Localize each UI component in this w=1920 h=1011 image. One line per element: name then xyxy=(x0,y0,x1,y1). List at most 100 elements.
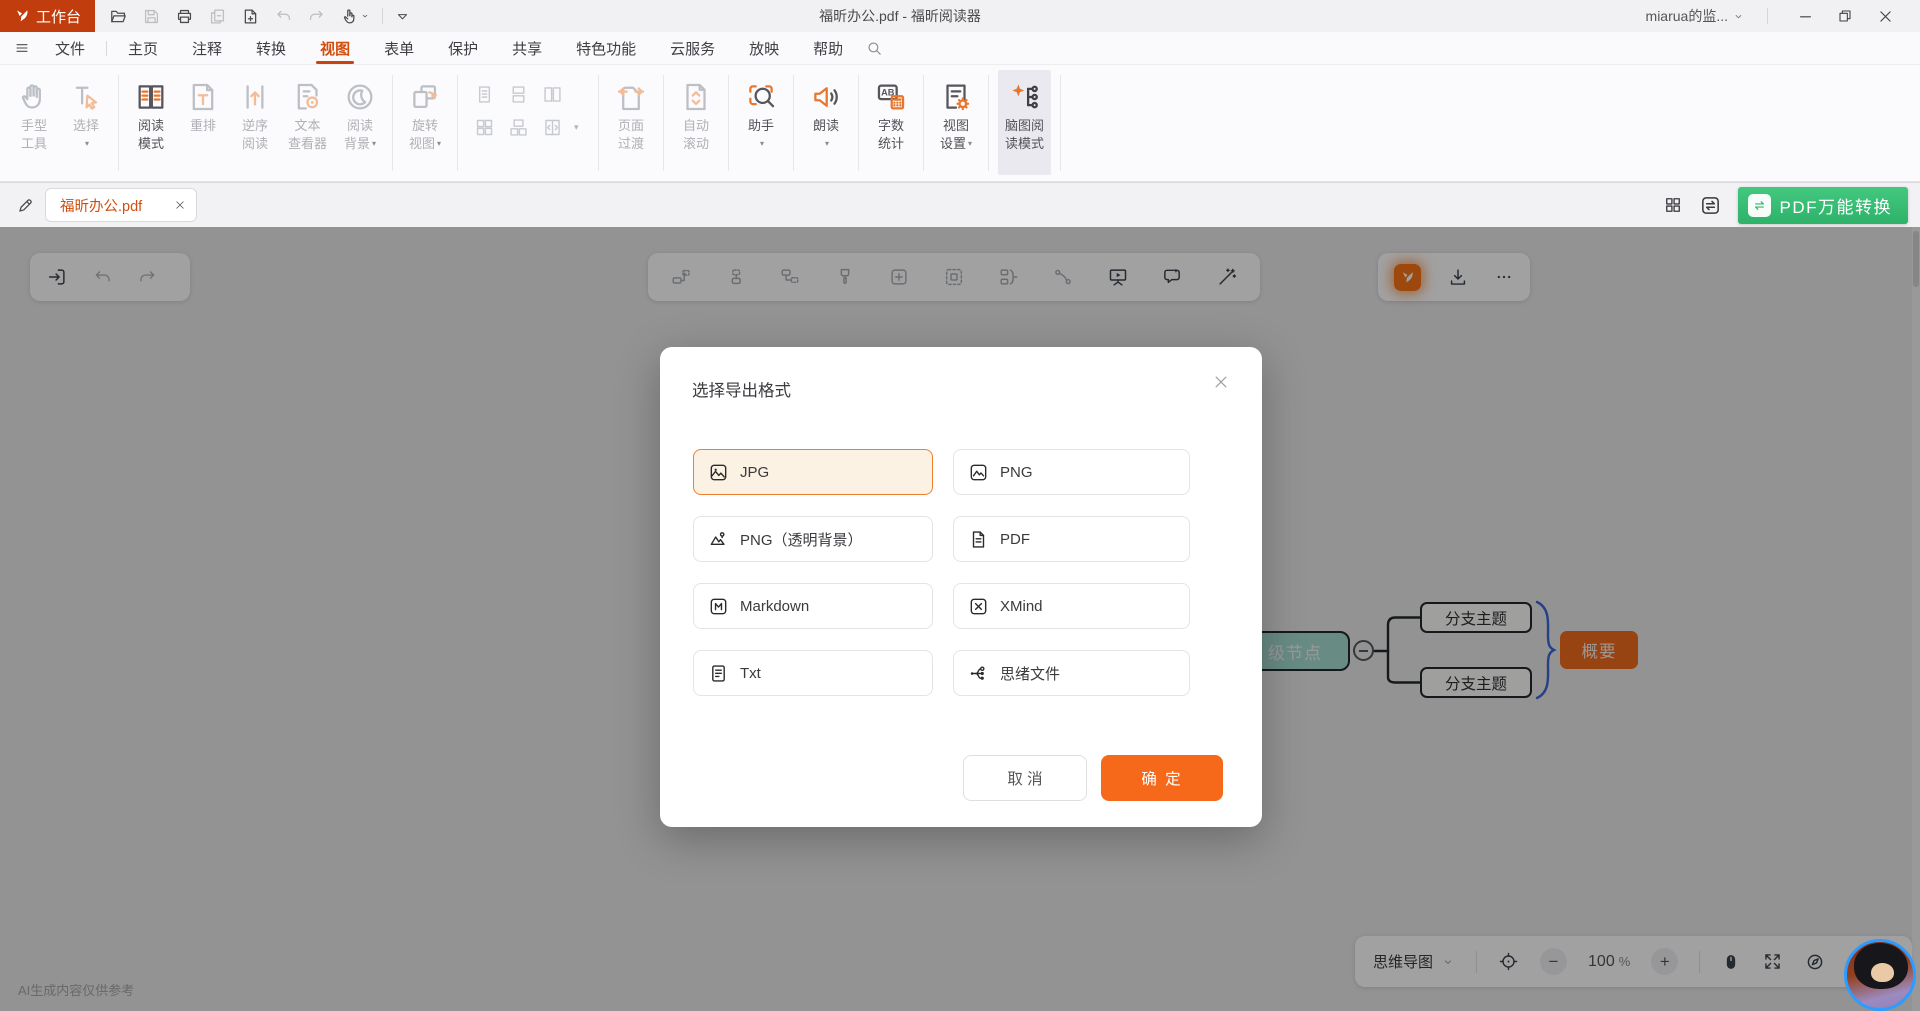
confirm-button[interactable]: 确 定 xyxy=(1101,755,1223,801)
ribbon-item-read-background[interactable]: 阅读背景▾ xyxy=(334,65,386,181)
ribbon-item-page-transition[interactable]: 页面过渡 xyxy=(605,65,657,181)
cancel-button[interactable]: 取 消 xyxy=(963,755,1087,801)
divider xyxy=(118,75,119,171)
menu-文件[interactable]: 文件 xyxy=(51,32,89,64)
divider xyxy=(923,75,924,171)
divider xyxy=(663,75,664,171)
menu-注释[interactable]: 注释 xyxy=(188,32,226,64)
select-tool-icon xyxy=(69,77,103,117)
format-option-PNG[interactable]: PNG xyxy=(953,449,1190,495)
fmt-png-alpha-icon xyxy=(708,529,729,550)
rotate-view-icon xyxy=(408,77,442,117)
window-title: 福昕办公.pdf - 福昕阅读器 xyxy=(819,6,981,26)
open-file-button[interactable] xyxy=(109,7,128,26)
tabbar: 福昕办公.pdf PDF万能转换 xyxy=(0,182,1920,227)
menu-共享[interactable]: 共享 xyxy=(508,32,546,64)
account-name: miarua的监... xyxy=(1646,6,1728,26)
page-split-icon[interactable] xyxy=(540,113,564,141)
ribbon-item-auto-scroll[interactable]: 自动滚动 xyxy=(670,65,722,181)
print-button[interactable] xyxy=(175,7,194,26)
read-background-icon xyxy=(343,77,377,117)
menu-主页[interactable]: 主页 xyxy=(124,32,162,64)
copy-page-button[interactable] xyxy=(208,7,227,26)
menu-帮助[interactable]: 帮助 xyxy=(809,32,847,64)
ribbon-item-mindmap-read[interactable]: 脑图阅读模式 xyxy=(998,70,1051,175)
read-mode-icon xyxy=(134,77,168,117)
page-quad-icon[interactable] xyxy=(472,113,496,141)
hamburger-icon[interactable] xyxy=(14,40,30,56)
format-option-PDF[interactable]: PDF xyxy=(953,516,1190,562)
export-format-dialog: 选择导出格式 JPG PNG PNG（透明背景） PDF Markdown XMind Tx… xyxy=(660,347,1262,827)
ribbon-item-hand-tool[interactable]: 手型工具 xyxy=(8,65,60,181)
menu-特色功能[interactable]: 特色功能 xyxy=(572,32,640,64)
quick-access-toolbar xyxy=(109,7,370,26)
format-option-JPG[interactable]: JPG xyxy=(693,449,933,495)
ribbon-item-select-tool[interactable]: 选择▾ xyxy=(60,65,112,181)
menu-云服务[interactable]: 云服务 xyxy=(666,32,719,64)
menu-转换[interactable]: 转换 xyxy=(252,32,290,64)
hand-mode-button[interactable] xyxy=(340,7,370,26)
menu-保护[interactable]: 保护 xyxy=(444,32,482,64)
fmt-png-icon xyxy=(968,462,989,483)
toolbar-collapse-icon[interactable] xyxy=(395,9,410,24)
ribbon-item-reverse-read[interactable]: 逆序阅读 xyxy=(229,65,281,181)
dialog-close-icon[interactable] xyxy=(1212,373,1230,391)
save-button[interactable] xyxy=(142,7,161,26)
divider xyxy=(858,75,859,171)
fmt-xmind-icon xyxy=(968,596,989,617)
tab-grid-icon[interactable] xyxy=(1663,195,1683,215)
assistant-icon xyxy=(744,77,778,117)
format-option-label: Txt xyxy=(740,665,761,682)
document-tab[interactable]: 福昕办公.pdf xyxy=(45,188,197,222)
ribbon-item-read-mode[interactable]: 阅读模式 xyxy=(125,65,177,181)
dialog-title: 选择导出格式 xyxy=(692,377,791,401)
assistant-avatar[interactable] xyxy=(1844,939,1916,1011)
page-facing-icon[interactable] xyxy=(540,80,564,108)
format-option-Txt[interactable]: Txt xyxy=(693,650,933,696)
ribbon-item-read-aloud[interactable]: 朗读▾ xyxy=(800,65,852,181)
minimize-button[interactable] xyxy=(1790,2,1820,30)
menu-视图[interactable]: 视图 xyxy=(316,32,354,64)
ribbon-item-text-viewer[interactable]: 文本查看器 xyxy=(281,65,334,181)
format-option-PNG（透明背景）[interactable]: PNG（透明背景） xyxy=(693,516,933,562)
fmt-pdf-icon xyxy=(968,529,989,550)
divider xyxy=(1060,75,1061,171)
page-continuous-icon[interactable] xyxy=(506,80,530,108)
menu-放映[interactable]: 放映 xyxy=(745,32,783,64)
ribbon-item-reflow[interactable]: 重排 xyxy=(177,65,229,181)
close-button[interactable] xyxy=(1870,2,1900,30)
hand-tool-icon xyxy=(17,77,51,117)
divider xyxy=(382,8,383,24)
undo-button[interactable] xyxy=(274,7,293,26)
mindmap-read-icon xyxy=(1008,77,1042,117)
account-menu[interactable]: miarua的监... xyxy=(1646,6,1745,26)
redo-button[interactable] xyxy=(307,7,326,26)
tab-close-icon[interactable] xyxy=(174,199,186,211)
format-options: JPG PNG PNG（透明背景） PDF Markdown XMind Txt 思绪文件 xyxy=(693,449,1190,696)
mindmap-canvas[interactable]: 级节点 分支主题 分支主题 概要 思维导图 − 100 % + AI生成内容仅供… xyxy=(0,227,1920,1011)
fmt-mindfile-icon xyxy=(968,663,989,684)
restore-button[interactable] xyxy=(1830,2,1860,30)
format-option-思绪文件[interactable]: 思绪文件 xyxy=(953,650,1190,696)
annotate-pencil-icon[interactable] xyxy=(16,196,35,215)
view-settings-icon xyxy=(939,77,973,117)
ribbon-item-rotate-view[interactable]: 旋转视图▾ xyxy=(399,65,451,181)
ribbon-item-assistant[interactable]: 助手▾ xyxy=(735,65,787,181)
fmt-txt-icon xyxy=(708,663,729,684)
read-aloud-icon xyxy=(809,77,843,117)
create-pdf-button[interactable] xyxy=(241,7,260,26)
format-option-XMind[interactable]: XMind xyxy=(953,583,1190,629)
search-icon[interactable] xyxy=(866,40,883,57)
page-mode-dropdown-icon[interactable]: ▾ xyxy=(574,122,584,133)
workspace-button[interactable]: 工作台 xyxy=(0,0,95,32)
tab-switch-icon[interactable] xyxy=(1699,194,1722,217)
page-stack-icon[interactable] xyxy=(506,113,530,141)
ribbon-item-word-count[interactable]: AB字数统计 xyxy=(865,65,917,181)
ribbon-item-view-settings[interactable]: 视图设置▾ xyxy=(930,65,982,181)
menu-表单[interactable]: 表单 xyxy=(380,32,418,64)
ribbon: 手型工具选择▾阅读模式重排逆序阅读文本查看器阅读背景▾旋转视图▾ ▾ 页面过渡自动滚… xyxy=(0,64,1920,182)
format-option-Markdown[interactable]: Markdown xyxy=(693,583,933,629)
page-single-icon[interactable] xyxy=(472,80,496,108)
menubar: 文件 主页注释转换视图表单保护共享特色功能云服务放映帮助 xyxy=(0,32,1920,64)
pdf-convert-button[interactable]: PDF万能转换 xyxy=(1738,187,1909,224)
